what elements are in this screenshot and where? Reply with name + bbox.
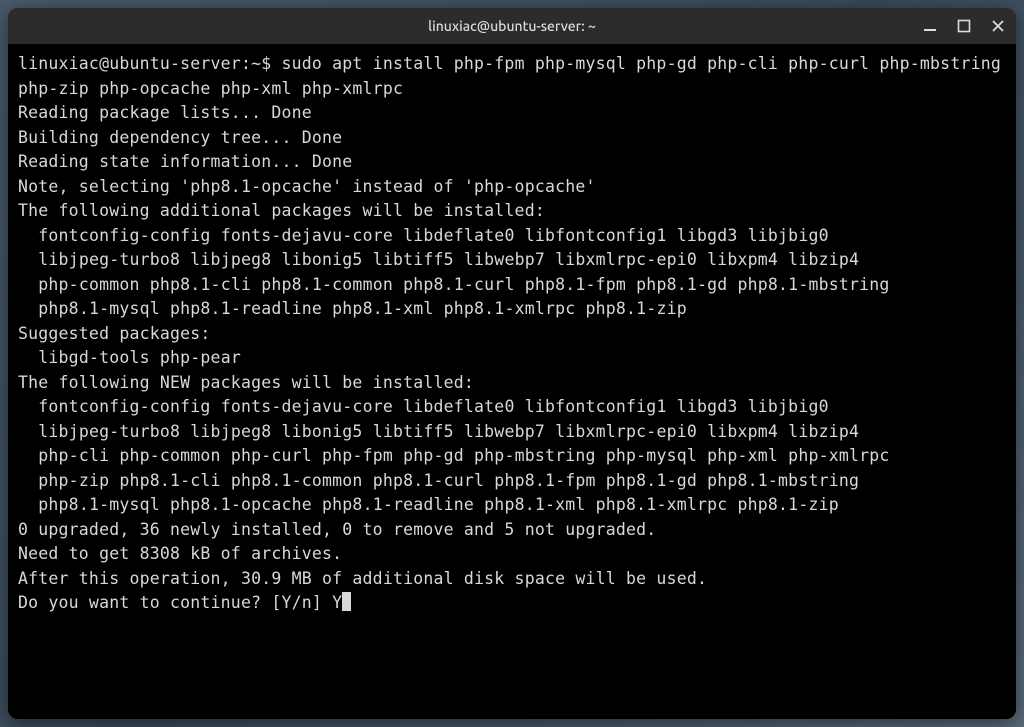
maximize-button[interactable] <box>956 18 972 34</box>
output-line: Reading package lists... Done <box>18 101 1006 126</box>
close-button[interactable] <box>990 18 1006 34</box>
cursor-icon <box>342 592 351 611</box>
confirm-prompt: Do you want to continue? [Y/n] <box>18 593 332 612</box>
window-controls <box>922 18 1006 34</box>
window-title: linuxiac@ubuntu-server: ~ <box>428 18 596 34</box>
title-bar: linuxiac@ubuntu-server: ~ <box>8 8 1016 44</box>
output-line: libjpeg-turbo8 libjpeg8 libonig5 libtiff… <box>18 420 1006 445</box>
minimize-icon <box>923 19 937 33</box>
output-line: The following NEW packages will be insta… <box>18 371 1006 396</box>
output-line: php-cli php-common php-curl php-fpm php-… <box>18 444 1006 469</box>
output-line: Note, selecting 'php8.1-opcache' instead… <box>18 175 1006 200</box>
confirm-line: Do you want to continue? [Y/n] Y <box>18 591 1006 616</box>
output-line: Reading state information... Done <box>18 150 1006 175</box>
output-line: php-common php8.1-cli php8.1-common php8… <box>18 273 1006 298</box>
output-line: After this operation, 30.9 MB of additio… <box>18 567 1006 592</box>
output-line: php-zip php8.1-cli php8.1-common php8.1-… <box>18 469 1006 494</box>
output-line: libjpeg-turbo8 libjpeg8 libonig5 libtiff… <box>18 248 1006 273</box>
close-icon <box>991 19 1005 33</box>
maximize-icon <box>957 19 971 33</box>
output-line: Building dependency tree... Done <box>18 126 1006 151</box>
output-line: php8.1-mysql php8.1-readline php8.1-xml … <box>18 297 1006 322</box>
output-line: The following additional packages will b… <box>18 199 1006 224</box>
minimize-button[interactable] <box>922 18 938 34</box>
output-line: libgd-tools php-pear <box>18 346 1006 371</box>
terminal-window: linuxiac@ubuntu-server: ~ linuxiac@ubunt… <box>8 8 1016 719</box>
shell-prompt: linuxiac@ubuntu-server:~$ <box>18 54 281 73</box>
terminal-content[interactable]: linuxiac@ubuntu-server:~$ sudo apt insta… <box>8 44 1016 719</box>
output-line: 0 upgraded, 36 newly installed, 0 to rem… <box>18 518 1006 543</box>
output-line: Suggested packages: <box>18 322 1006 347</box>
output-line: Need to get 8308 kB of archives. <box>18 542 1006 567</box>
confirm-response: Y <box>332 593 342 612</box>
output-line: fontconfig-config fonts-dejavu-core libd… <box>18 224 1006 249</box>
output-line: php8.1-mysql php8.1-opcache php8.1-readl… <box>18 493 1006 518</box>
output-line: fontconfig-config fonts-dejavu-core libd… <box>18 395 1006 420</box>
command-line: linuxiac@ubuntu-server:~$ sudo apt insta… <box>18 52 1006 101</box>
